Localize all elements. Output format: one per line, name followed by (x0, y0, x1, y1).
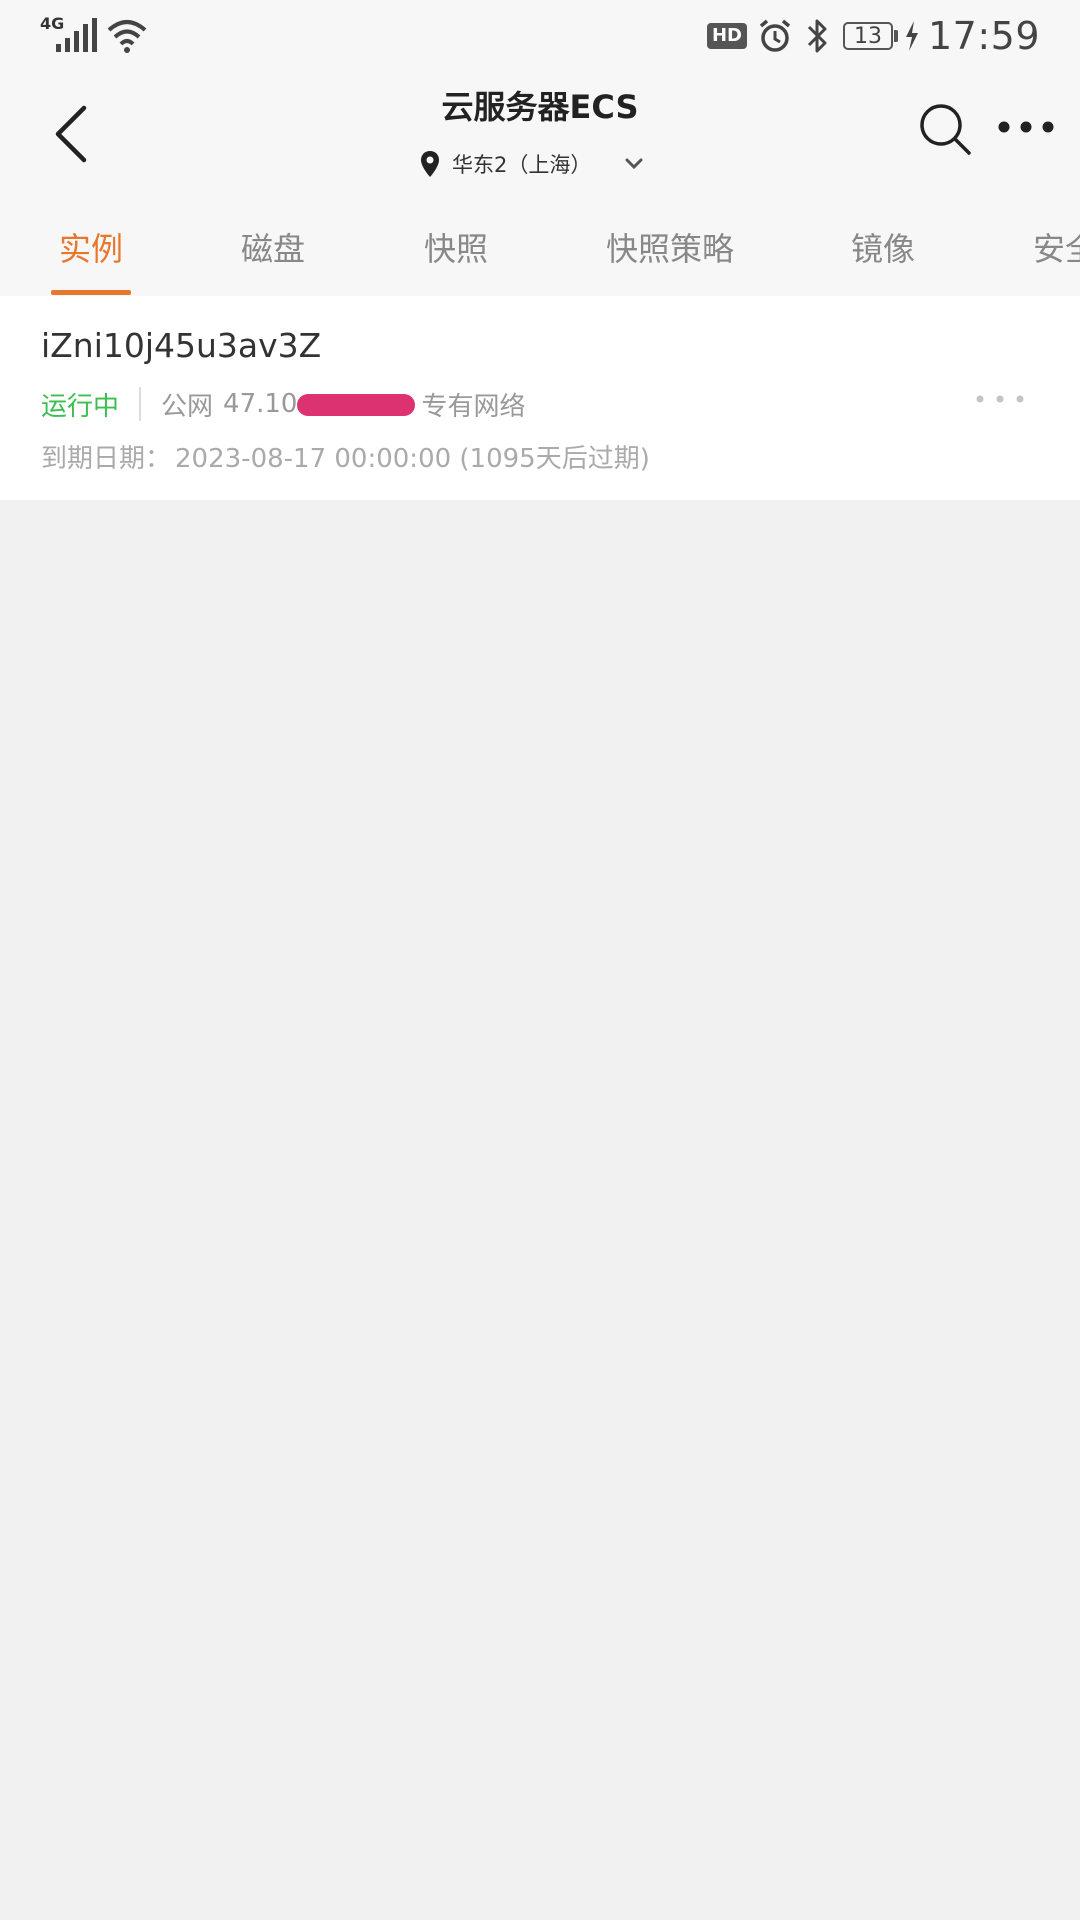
hd-icon: HD (706, 23, 747, 49)
status-badge: 运行中 (41, 391, 120, 422)
tab-security[interactable]: 安全 (1033, 224, 1080, 270)
instance-name: iZni10j45u3av3Z (41, 326, 322, 365)
ip-label: 公网 (161, 391, 214, 422)
region-selector[interactable]: 华东2（上海） (420, 144, 643, 184)
expire-line: 到期日期： 2023-08-17 00:00:00 (1095天后过期) (41, 438, 650, 475)
tab-images[interactable]: 镜像 (851, 224, 915, 270)
search-icon[interactable] (918, 102, 974, 158)
expire-value: 2023-08-17 00:00:00 (1095天后过期) (175, 444, 650, 474)
redaction-mark (297, 394, 416, 416)
divider (139, 387, 142, 421)
battery-level: 13 (853, 23, 882, 49)
instance-status-line: 运行中 公网 47.10 专有网络 (41, 384, 525, 424)
more-icon[interactable] (998, 112, 1054, 142)
tab-snapshots[interactable]: 快照 (424, 224, 488, 270)
alarm-icon (759, 19, 791, 52)
signal-icon (56, 18, 97, 52)
network-type: 专有网络 (421, 391, 526, 422)
clock-time: 17:59 (927, 14, 1040, 58)
wifi-icon (107, 20, 147, 53)
card-more-icon[interactable] (970, 384, 1030, 414)
tab-disks[interactable]: 磁盘 (241, 224, 305, 270)
status-bar: 4G HD 13 17:59 (0, 0, 1080, 72)
expire-label: 到期日期： (41, 444, 172, 474)
tab-snapshot-policy[interactable]: 快照策略 (606, 224, 734, 270)
location-pin-icon (421, 151, 439, 177)
hd-label: HD (711, 25, 742, 46)
battery-icon: 13 (842, 22, 893, 50)
nav-header: 云服务器ECS 华东2（上海） (0, 72, 1080, 200)
chevron-down-icon (625, 158, 643, 170)
ip-value: 47.10 (223, 389, 298, 419)
tab-bar: 实例 磁盘 快照 快照策略 镜像 安全 (0, 200, 1080, 296)
instance-card[interactable]: iZni10j45u3av3Z 运行中 公网 47.10 专有网络 到期日期： 2… (0, 296, 1080, 500)
tab-instances[interactable]: 实例 (59, 224, 123, 270)
active-tab-indicator (51, 290, 131, 295)
region-label: 华东2（上海） (452, 153, 592, 177)
status-right: HD 13 17:59 (706, 10, 1040, 62)
battery-tip (893, 30, 898, 42)
bluetooth-icon (807, 19, 827, 53)
charging-icon (905, 21, 918, 51)
